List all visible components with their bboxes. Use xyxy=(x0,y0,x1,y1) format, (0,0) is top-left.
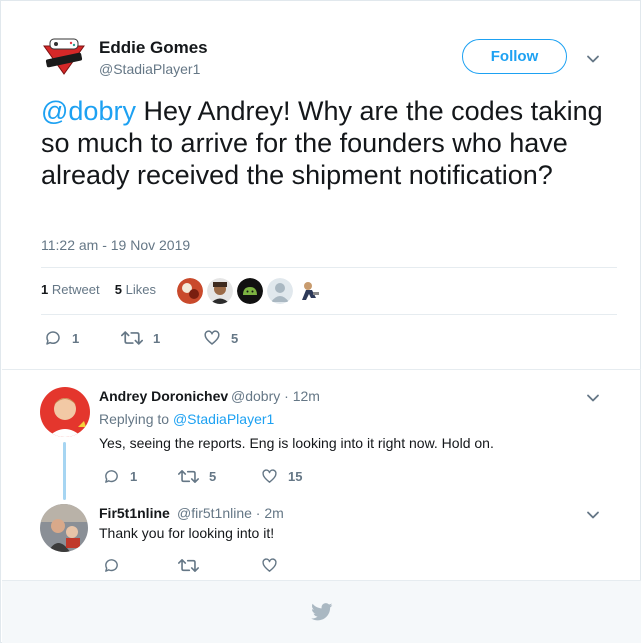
heart-icon xyxy=(262,558,277,572)
reply-author-handle[interactable]: @fir5t1nline xyxy=(177,505,252,521)
liker-avatar[interactable] xyxy=(207,278,233,304)
reply-author-name[interactable]: Fir5t1nline xyxy=(99,505,170,521)
chevron-down-icon[interactable] xyxy=(586,508,600,522)
divider xyxy=(41,267,617,268)
divider xyxy=(2,369,641,370)
replying-to: Replying to @StadiaPlayer1 xyxy=(99,411,275,427)
author-avatar[interactable] xyxy=(40,38,88,76)
reply-author-handle[interactable]: @dobry xyxy=(231,388,280,404)
reply-icon xyxy=(105,559,118,572)
reply-count: 1 xyxy=(130,469,138,484)
tweet-embed-card: Eddie Gomes @StadiaPlayer1 Follow @dobry… xyxy=(0,0,641,643)
reply-avatar[interactable] xyxy=(40,504,88,552)
chevron-down-icon[interactable] xyxy=(586,391,600,405)
reply-meta: @fir5t1nline · 2m xyxy=(177,505,284,521)
tweet-stats: 1 Retweet 5 Likes xyxy=(41,282,156,297)
author-handle[interactable]: @StadiaPlayer1 xyxy=(99,61,200,77)
divider xyxy=(41,314,617,315)
retweet-icon xyxy=(121,331,143,345)
reply-action[interactable]: 1 xyxy=(44,329,79,347)
liker-avatar[interactable] xyxy=(267,278,293,304)
reply-count: 1 xyxy=(72,330,80,346)
embed-footer xyxy=(2,580,641,643)
liker-avatar[interactable] xyxy=(237,278,263,304)
like-count: 5 xyxy=(231,330,239,346)
liker-avatar[interactable] xyxy=(297,278,323,304)
reply-icon xyxy=(105,470,118,483)
retweet-action[interactable]: 5 xyxy=(178,468,216,485)
heart-icon xyxy=(204,330,220,345)
reply-time[interactable]: 12m xyxy=(293,388,320,404)
reply-text: Yes, seeing the reports. Eng is looking … xyxy=(99,435,494,451)
tweet-timestamp[interactable]: 11:22 am - 19 Nov 2019 xyxy=(41,237,190,253)
retweet-icon xyxy=(178,470,199,483)
reply-meta: @dobry · 12m xyxy=(231,388,320,404)
retweet-action[interactable]: 1 xyxy=(121,329,160,347)
retweet-count: 5 xyxy=(209,469,217,484)
reply-time[interactable]: 2m xyxy=(264,505,283,521)
reply-text: Thank you for looking into it! xyxy=(99,525,275,541)
player1-logo-icon xyxy=(43,38,85,75)
thread-line xyxy=(63,442,66,500)
reply-avatar-image xyxy=(40,387,90,437)
author-name[interactable]: Eddie Gomes xyxy=(99,38,208,58)
follow-button[interactable]: Follow xyxy=(462,39,567,74)
liker-avatar[interactable] xyxy=(177,278,203,304)
reply-author-name[interactable]: Andrey Doronichev xyxy=(99,388,228,404)
reply-avatar-image xyxy=(40,504,88,552)
tweet-mention-link[interactable]: @dobry xyxy=(41,96,136,126)
reply-avatar[interactable] xyxy=(40,387,90,437)
heart-icon xyxy=(262,469,277,483)
retweet-icon xyxy=(178,559,199,572)
chevron-down-icon[interactable] xyxy=(586,52,600,66)
like-action[interactable]: 5 xyxy=(203,329,238,347)
like-stat[interactable]: 5 Likes xyxy=(115,282,156,297)
reply-action[interactable]: 1 xyxy=(103,468,137,485)
replying-to-link[interactable]: @StadiaPlayer1 xyxy=(173,411,274,427)
retweet-count: 1 xyxy=(153,330,161,346)
like-count: 15 xyxy=(288,469,303,484)
twitter-bird-icon[interactable] xyxy=(311,603,333,621)
reply-icon xyxy=(46,331,60,345)
tweet-text: @dobry Hey Andrey! Why are the codes tak… xyxy=(41,95,621,191)
reply-action[interactable] xyxy=(103,557,120,574)
like-action[interactable]: 15 xyxy=(261,468,302,485)
retweet-action[interactable] xyxy=(178,557,199,574)
retweet-stat[interactable]: 1 Retweet xyxy=(41,282,100,297)
like-action[interactable] xyxy=(261,557,278,574)
